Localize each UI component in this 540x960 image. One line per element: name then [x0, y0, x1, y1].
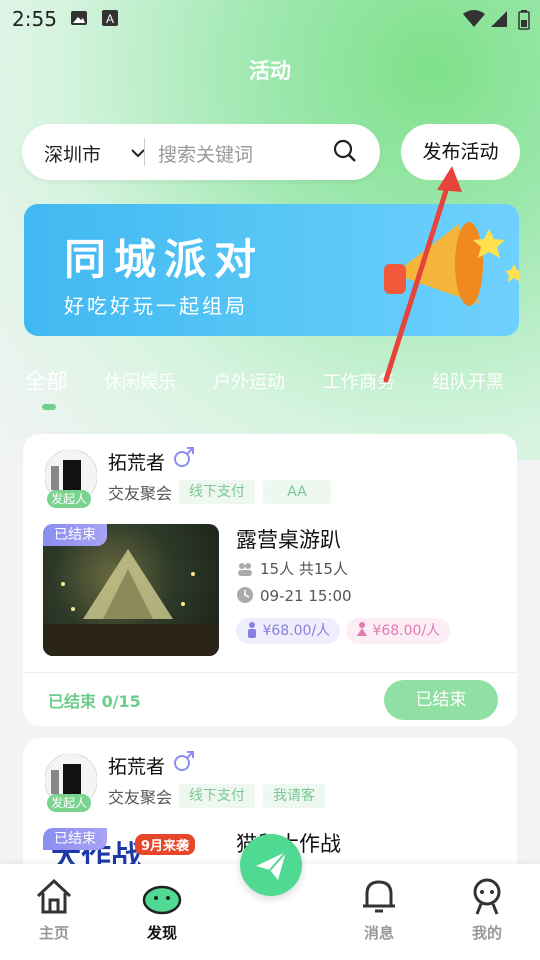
tab-outdoor[interactable]: 户外运动: [213, 368, 285, 394]
nav-home-label: 主页: [38, 924, 69, 942]
nav-discover[interactable]: 发现: [122, 876, 202, 943]
activity-category: 交友聚会: [108, 788, 173, 807]
activity-card[interactable]: 发起人 拓荒者 交友聚会 线下支付 AA 已结束 露营桌游趴 15人 共15人 …: [23, 434, 517, 726]
category-tabs: 全部 休闲娱乐 户外运动 工作商务 组队开黑: [0, 360, 540, 400]
bell-icon: [363, 880, 395, 913]
clock-icon: [236, 586, 254, 608]
status-bar: 2:55 A: [0, 0, 540, 38]
page-title: 活动: [249, 59, 291, 83]
participants-info: 15人 共15人: [236, 558, 348, 581]
nav-profile-label: 我的: [471, 924, 502, 942]
signal-icon: [490, 10, 508, 32]
activity-time: 09-21 15:00: [260, 587, 352, 605]
tab-gaming[interactable]: 组队开黑: [432, 368, 504, 394]
nav-messages-label: 消息: [363, 924, 394, 942]
male-icon: [173, 446, 195, 472]
host-badge: 发起人: [47, 794, 91, 812]
host-name: 拓荒者: [108, 756, 166, 778]
font-icon: A: [102, 10, 118, 30]
female-price: ¥68.00/人: [346, 618, 451, 644]
nav-discover-label: 发现: [146, 924, 177, 942]
male-price-value: ¥68.00/人: [262, 623, 331, 639]
search-input[interactable]: 搜索关键词: [158, 140, 253, 167]
svg-text:A: A: [106, 12, 114, 26]
thumb-sticker: 9月来袭: [135, 834, 196, 855]
treat-tag: 我请客: [263, 784, 325, 808]
participants-count: 15人 共15人: [260, 560, 348, 578]
gallery-icon: [70, 10, 88, 30]
discover-icon: [142, 885, 182, 915]
publish-activity-button[interactable]: 发布活动: [401, 124, 520, 180]
card-divider: [23, 672, 517, 673]
city-selector[interactable]: 深圳市: [44, 140, 101, 167]
ended-tag: 已结束: [43, 828, 107, 850]
nav-profile[interactable]: 我的: [447, 876, 527, 943]
nav-messages[interactable]: 消息: [339, 876, 419, 943]
activity-image[interactable]: 大作战 9月来袭 已结束: [43, 828, 219, 868]
payment-tag: 线下支付: [179, 784, 255, 808]
search-bar[interactable]: 深圳市 搜索关键词: [22, 124, 380, 180]
activity-title: 露营桌游趴: [236, 528, 341, 552]
split-tag: AA: [263, 480, 331, 504]
male-icon: [173, 750, 195, 776]
female-person-icon: [357, 622, 367, 636]
banner-title: 同城派对: [64, 235, 265, 284]
home-icon: [36, 878, 72, 914]
tab-business[interactable]: 工作商务: [323, 368, 395, 394]
promo-banner[interactable]: 同城派对 好吃好玩一起组局: [24, 204, 519, 336]
activity-image[interactable]: 已结束: [43, 524, 219, 656]
host-badge: 发起人: [47, 490, 91, 508]
activity-category: 交友聚会: [108, 484, 173, 503]
wifi-icon: [462, 10, 486, 32]
tab-leisure[interactable]: 休闲娱乐: [104, 368, 176, 394]
search-divider: [144, 138, 145, 166]
battery-icon: [518, 10, 530, 34]
nav-home[interactable]: 主页: [14, 876, 94, 943]
payment-tag: 线下支付: [179, 480, 255, 504]
status-time: 2:55: [12, 7, 57, 31]
megaphone-icon: [384, 222, 519, 306]
banner-subtitle: 好吃好玩一起组局: [64, 294, 248, 318]
ended-status-button[interactable]: 已结束: [384, 680, 498, 720]
female-price-value: ¥68.00/人: [372, 623, 441, 639]
male-person-icon: [248, 622, 256, 638]
paper-plane-icon: [256, 851, 287, 880]
center-action-button[interactable]: [240, 834, 302, 896]
tab-indicator: [42, 404, 56, 410]
activity-progress: 已结束 0/15: [48, 692, 141, 711]
ended-tag: 已结束: [43, 524, 107, 546]
search-icon[interactable]: [332, 138, 358, 168]
male-price: ¥68.00/人: [236, 618, 341, 644]
tab-all[interactable]: 全部: [24, 364, 68, 396]
people-icon: [236, 561, 254, 581]
profile-icon: [473, 878, 501, 915]
host-name: 拓荒者: [108, 452, 166, 474]
time-info: 09-21 15:00: [236, 586, 352, 608]
